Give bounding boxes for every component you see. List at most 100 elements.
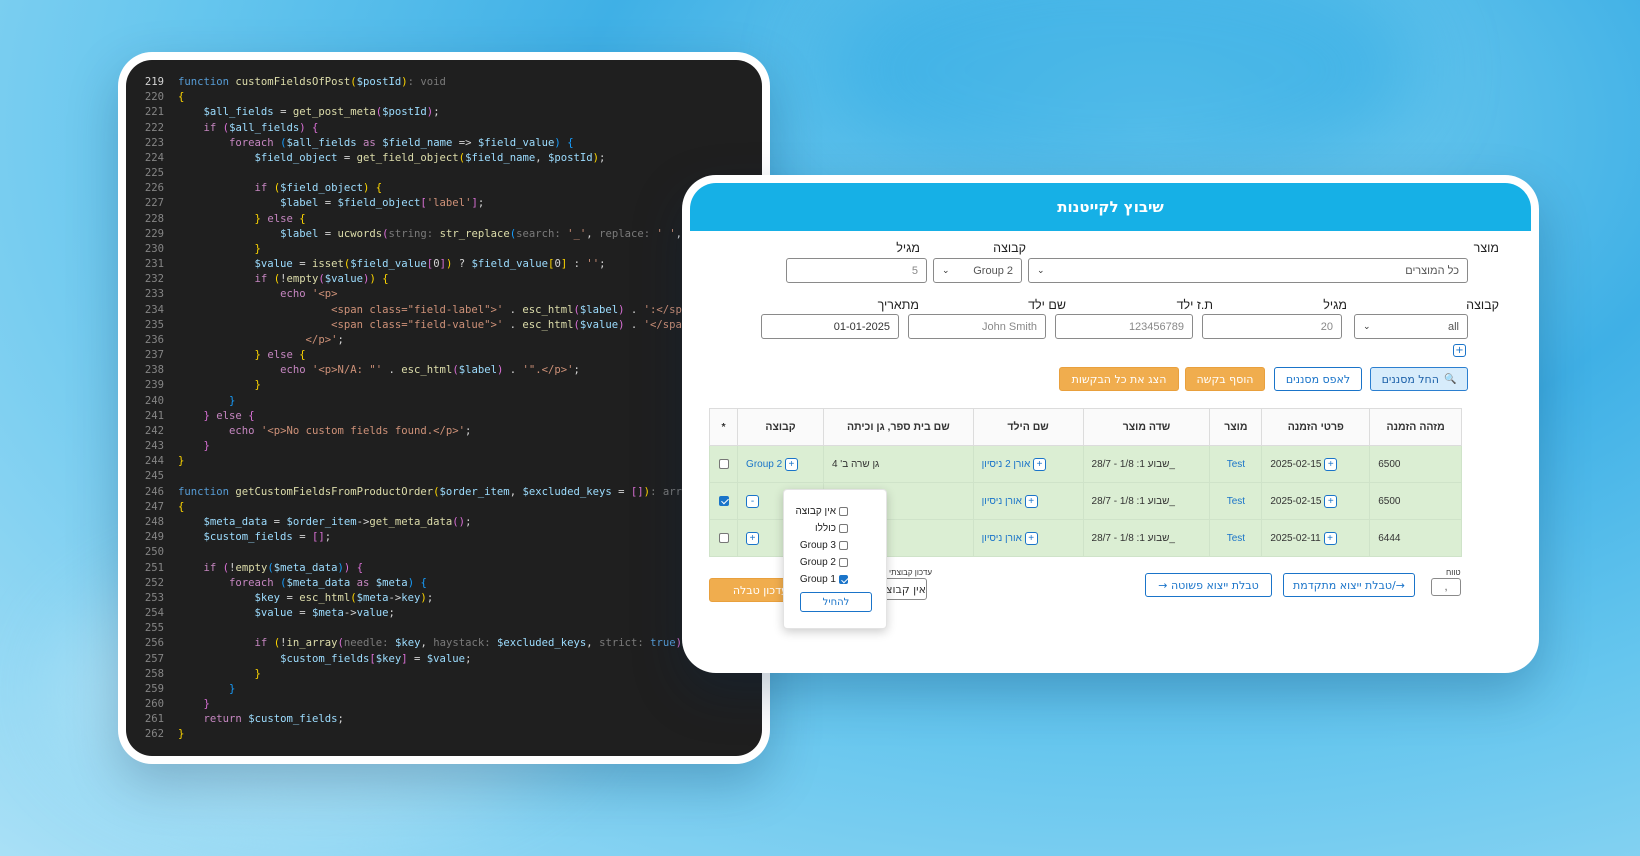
from-date-input[interactable]: 01-01-2025 — [761, 314, 899, 339]
age-input[interactable]: 5 — [786, 258, 927, 283]
export-simple-button[interactable]: טבלת ייצוא פשוטה → — [1145, 573, 1272, 597]
column-header[interactable]: קבוצה — [737, 408, 824, 446]
code-text: function getCustomFieldsFromProductOrder… — [178, 485, 689, 498]
group-option-checkbox[interactable] — [839, 541, 848, 550]
code-text: foreach ($all_fields as $field_name => $… — [229, 136, 574, 149]
code-text: } else { — [254, 212, 306, 225]
code-text: } — [254, 379, 261, 392]
line-number: 240 — [144, 394, 164, 407]
line-number: 239 — [144, 379, 164, 392]
child-name-link[interactable]: אורן ניסיון — [982, 533, 1022, 544]
line-number: 259 — [144, 682, 164, 695]
group-option[interactable]: אין קבוצה — [795, 506, 848, 517]
code-line: 225 — [126, 166, 762, 181]
page-title: שיבוץ לקייטנות — [1057, 198, 1164, 216]
line-number: 235 — [144, 318, 164, 331]
add-request-button[interactable]: הוסף בקשה — [1185, 367, 1265, 391]
group-option-checkbox[interactable] — [839, 524, 848, 533]
code-line: 221 $all_fields = get_post_meta($postId)… — [126, 105, 762, 120]
group-toggle-button[interactable]: - — [746, 494, 760, 508]
child-name-cell: + אורן 2 ניסיון — [972, 445, 1084, 483]
row-checkbox[interactable] — [718, 532, 729, 543]
group-option-checkbox[interactable] — [839, 507, 848, 516]
column-header[interactable]: שדה מוצר — [1082, 408, 1211, 446]
code-line: 227 $label = $field_object['label']; — [126, 196, 762, 211]
product-select[interactable]: ⌄ כל המוצרים — [1028, 258, 1468, 283]
update-table-button[interactable]: עדכון טבלה — [709, 578, 789, 602]
group-toggle-button[interactable]: + — [784, 457, 798, 471]
group-toggle-button[interactable]: + — [746, 531, 760, 545]
column-header[interactable]: פרטי הזמנה — [1261, 408, 1371, 446]
add-child-button[interactable]: + — [1024, 494, 1038, 508]
code-text: $value = isset($field_value[0]) ? $field… — [254, 258, 606, 271]
code-line: 223 foreach ($all_fields as $field_name … — [126, 136, 762, 151]
order-id-cell: 6500 — [1369, 482, 1462, 520]
child-name-input[interactable]: John Smith — [908, 314, 1046, 339]
group-option-checkbox[interactable] — [839, 558, 848, 567]
group-option[interactable]: Group 3 — [800, 540, 848, 551]
line-number: 254 — [144, 607, 164, 620]
add-filter-button[interactable]: + — [1453, 344, 1466, 357]
code-text: } — [178, 455, 185, 468]
child-name-link[interactable]: אורן 2 ניסיון — [982, 459, 1031, 470]
expand-order-button[interactable]: + — [1324, 457, 1338, 471]
code-text: } — [203, 698, 210, 711]
select-cell — [708, 445, 739, 483]
code-text: } — [229, 394, 236, 407]
column-header[interactable]: מוצר — [1209, 408, 1263, 446]
product-link[interactable]: Test — [1227, 496, 1245, 507]
code-line: 231 $value = isset($field_value[0]) ? $f… — [126, 257, 762, 272]
expand-order-button[interactable]: + — [1324, 494, 1338, 508]
code-line: 246 function getCustomFieldsFromProductOr… — [126, 485, 762, 500]
product-link[interactable]: Test — [1227, 533, 1245, 544]
reset-filters-button[interactable]: לאפס מסננים — [1274, 367, 1362, 391]
code-line: 222 if ($all_fields) { — [126, 121, 762, 136]
order-date: 2025-02-15 — [1270, 495, 1322, 507]
code-text: $custom_fields = []; — [203, 531, 332, 544]
group-select[interactable]: ⌄ Group 2 — [933, 258, 1022, 283]
column-header[interactable]: מזהה הזמנה — [1369, 408, 1462, 446]
column-header[interactable]: שם בית ספר, גן וכיתה — [822, 408, 974, 446]
code-line: 247 { — [126, 500, 762, 515]
line-number: 251 — [144, 561, 164, 574]
add-child-button[interactable]: + — [1033, 457, 1047, 471]
group-option[interactable]: Group 2 — [800, 557, 848, 568]
code-text: echo '<p>No custom fields found.</p>'; — [229, 424, 472, 437]
row-checkbox[interactable] — [718, 495, 729, 506]
code-text: } — [254, 667, 261, 680]
column-header[interactable]: שם הילד — [972, 408, 1084, 446]
group-link[interactable]: Group 2 — [746, 459, 782, 470]
apply-filters-button[interactable]: 🔍 החל מסננים — [1370, 367, 1468, 391]
expand-order-button[interactable]: + — [1323, 531, 1337, 545]
bulk-update-label: עדכון קבוצתי ב — [882, 568, 932, 577]
code-text: $label = $field_object['label']; — [280, 197, 485, 210]
code-line: 251 if (!empty($meta_data)) { — [126, 561, 762, 576]
group-option-checkbox[interactable] — [839, 575, 848, 584]
code-text: if (!in_array(needle: $key, haystack: $e… — [254, 637, 689, 650]
group-option[interactable]: כוללו — [815, 523, 848, 534]
code-text: if (!empty($meta_data)) { — [203, 561, 364, 574]
line-number: 236 — [144, 333, 164, 346]
group-filter-select[interactable]: ⌄ all — [1354, 314, 1468, 339]
export-advanced-button[interactable]: →/טבלת ייצוא מתקדמת — [1283, 573, 1415, 597]
child-id-input[interactable]: 123456789 — [1055, 314, 1193, 339]
show-all-requests-button[interactable]: הצג את כל הבקשות — [1059, 367, 1179, 391]
code-text: if ($all_fields) { — [203, 121, 319, 134]
code-text: return $custom_fields; — [203, 713, 344, 726]
child-name-link[interactable]: אורן ניסיון — [982, 496, 1022, 507]
age-filter-input[interactable]: 20 — [1202, 314, 1342, 339]
line-number: 230 — [144, 242, 164, 255]
row-checkbox[interactable] — [718, 458, 729, 469]
line-number: 231 — [144, 258, 164, 271]
add-child-button[interactable]: + — [1024, 531, 1038, 545]
line-number: 229 — [144, 227, 164, 240]
popup-apply-button[interactable]: להחיל — [800, 592, 872, 612]
line-number: 226 — [144, 182, 164, 195]
range-input[interactable]: , — [1431, 578, 1461, 596]
group-option[interactable]: Group 1 — [800, 574, 848, 585]
line-number: 262 — [144, 728, 164, 741]
product-link[interactable]: Test — [1227, 459, 1245, 470]
line-number: 256 — [144, 637, 164, 650]
